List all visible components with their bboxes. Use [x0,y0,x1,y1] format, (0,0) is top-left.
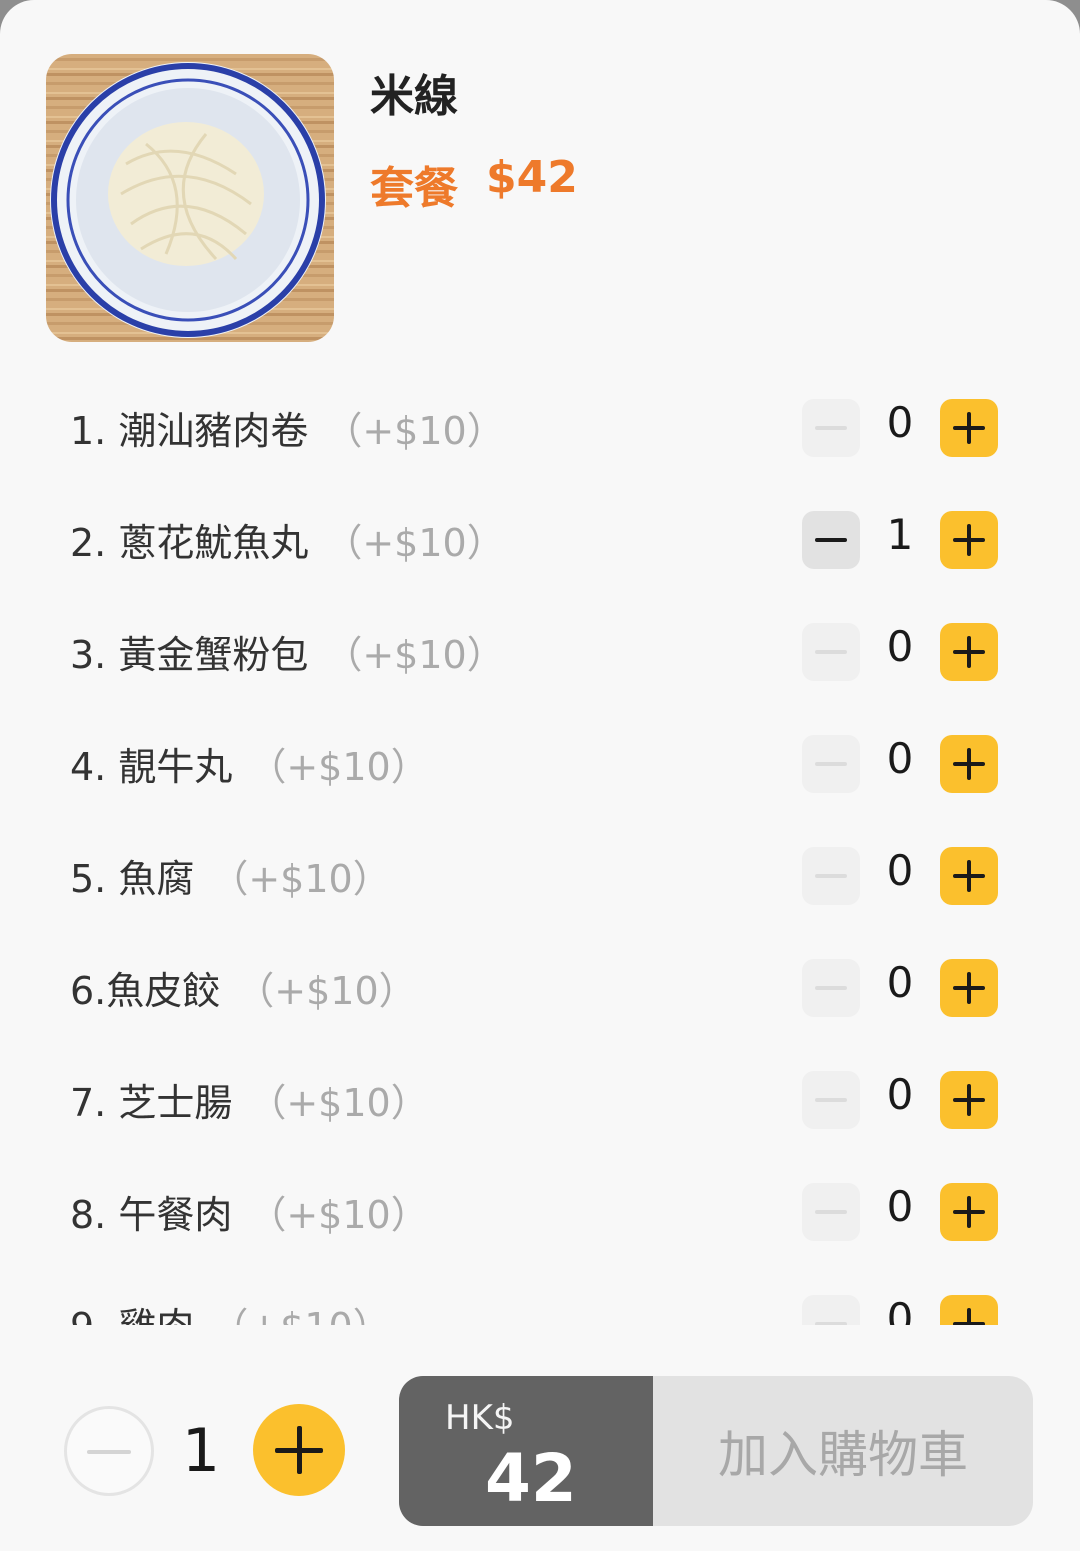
decrease-button[interactable] [802,623,860,681]
option-label: 5. 魚腐 （+$10） [70,857,391,901]
option-row: 1. 潮汕豬肉卷 （+$10） 0 [0,370,1080,482]
increase-button[interactable] [940,959,998,1017]
increase-button[interactable] [940,1183,998,1241]
increase-button[interactable] [940,1295,998,1325]
decrease-button[interactable] [802,1295,860,1325]
increase-button[interactable] [940,847,998,905]
product-title: 米線 [370,71,458,122]
decrease-quantity-button[interactable] [64,1406,154,1496]
decrease-button[interactable] [802,511,860,569]
increase-button[interactable] [940,735,998,793]
option-quantity: 0 [886,958,914,1007]
option-quantity: 0 [886,846,914,895]
option-label: 9. 雞肉（+$10） [70,1296,391,1325]
total-amount: 42 [485,1440,577,1517]
option-label: 4. 靚牛丸 （+$10） [70,745,429,789]
increase-button[interactable] [940,399,998,457]
increase-button[interactable] [940,1071,998,1129]
option-row: 2. 蔥花魷魚丸 （+$10） 1 [0,482,1080,594]
option-price: （+$10） [210,1305,390,1325]
decrease-button[interactable] [802,959,860,1017]
order-footer: 1 HK$ 42 加入購物車 [0,1340,1080,1551]
cart-bar: HK$ 42 加入購物車 [399,1376,1033,1526]
add-to-cart-button[interactable]: 加入購物車 [653,1376,1033,1526]
option-row: 5. 魚腐 （+$10） 0 [0,818,1080,930]
add-on-options-list[interactable]: 1. 潮汕豬肉卷 （+$10） 0 2. 蔥花魷魚丸 （+$10） 1 3. 黃金蟹… [0,370,1080,1325]
decrease-button[interactable] [802,1071,860,1129]
order-quantity: 1 [181,1416,221,1486]
decrease-button[interactable] [802,399,860,457]
option-price: （+$10） [324,409,505,453]
option-price: （+$10） [210,857,391,901]
decrease-button[interactable] [802,735,860,793]
option-row: 9. 雞肉（+$10） 0 [0,1266,1080,1325]
option-quantity: 0 [886,1182,914,1231]
option-label: 2. 蔥花魷魚丸 （+$10） [70,521,505,565]
total-price-box: HK$ 42 [399,1376,653,1526]
currency-label: HK$ [445,1398,515,1438]
option-quantity: 0 [886,398,914,447]
option-quantity: 0 [886,734,914,783]
increase-quantity-button[interactable] [253,1404,345,1496]
option-quantity: 0 [886,1294,914,1325]
option-price: （+$10） [324,521,505,565]
option-label: 6.魚皮餃 （+$10） [70,969,417,1013]
decrease-button[interactable] [802,1183,860,1241]
decrease-button[interactable] [802,847,860,905]
product-price-row: 套餐 $42 [370,152,578,216]
product-price: $42 [486,152,578,203]
product-image [46,54,334,342]
option-row: 6.魚皮餃 （+$10） 0 [0,930,1080,1042]
option-quantity: 0 [886,1070,914,1119]
product-sheet: 米線 套餐 $42 1. 潮汕豬肉卷 （+$10） 0 2. 蔥花魷魚丸 （+$10… [0,0,1080,1551]
option-row: 8. 午餐肉 （+$10） 0 [0,1154,1080,1266]
increase-button[interactable] [940,623,998,681]
option-price: （+$10） [324,633,505,677]
option-label: 8. 午餐肉 （+$10） [70,1193,429,1237]
option-price: （+$10） [236,969,417,1013]
set-label: 套餐 [370,163,458,214]
option-label: 1. 潮汕豬肉卷 （+$10） [70,409,505,453]
option-label: 7. 芝士腸 （+$10） [70,1081,429,1125]
option-price: （+$10） [248,745,429,789]
increase-button[interactable] [940,511,998,569]
option-quantity: 1 [886,510,914,559]
option-label: 3. 黃金蟹粉包 （+$10） [70,633,505,677]
option-row: 7. 芝士腸 （+$10） 0 [0,1042,1080,1154]
option-price: （+$10） [248,1193,429,1237]
option-quantity: 0 [886,622,914,671]
option-price: （+$10） [248,1081,429,1125]
option-row: 3. 黃金蟹粉包 （+$10） 0 [0,594,1080,706]
option-row: 4. 靚牛丸 （+$10） 0 [0,706,1080,818]
